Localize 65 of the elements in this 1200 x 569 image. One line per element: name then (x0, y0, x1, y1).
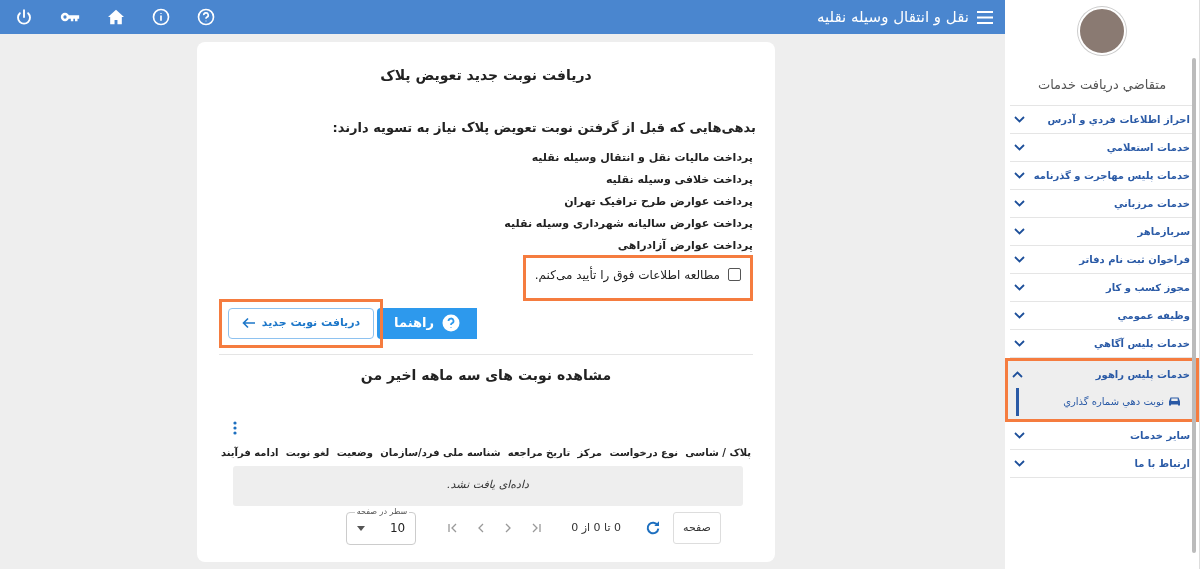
column-header: نوع درخواست (609, 445, 678, 460)
debt-item: پرداخت مالیات نقل و انتقال وسیله نقلیه (530, 149, 753, 165)
chevron-icon (1014, 199, 1025, 207)
avatar (1078, 7, 1126, 55)
sidebar-item[interactable]: مجوز كسب و كار (1010, 273, 1194, 301)
chevron-icon (1014, 431, 1025, 439)
sidebar-item[interactable]: خدمات مرزباني (1010, 189, 1194, 217)
card-title: دریافت نوبت جدید تعویض پلاک (379, 66, 593, 86)
power-icon[interactable] (15, 8, 33, 26)
sidebar-item[interactable]: ساير خدمات (1010, 421, 1194, 449)
column-header: مرکز (577, 445, 603, 460)
column-header: تاریخ مراجعه (507, 445, 571, 460)
help-icon[interactable] (197, 8, 215, 26)
sidebar-item[interactable]: خدمات پليس آگاهي (1010, 329, 1194, 357)
chevron-icon (1014, 171, 1025, 179)
section-title: مشاهده نوبت های سه ماهه اخیر من (359, 365, 613, 386)
page-title: نقل و انتقال وسيله نقليه (817, 6, 969, 28)
column-header: پلاک / شاسی (685, 445, 751, 460)
chevron-icon (1014, 143, 1025, 151)
previous-page-icon[interactable] (477, 523, 486, 533)
chevron-icon (1014, 459, 1025, 467)
chevron-icon (1014, 311, 1025, 319)
chevron-icon (1014, 283, 1025, 291)
column-header: ادامه فرآیند (221, 445, 279, 460)
range-text: 0 تا 0 از 0 (571, 519, 621, 536)
sidebar-item[interactable]: سربازماهر (1010, 217, 1194, 245)
chevron-icon (1014, 255, 1025, 263)
intro-text: بدهی‌هایی که قبل از گرفتن نوبت تعویض پلاک نیاز به تسویه دارند: (331, 119, 756, 137)
first-page-icon[interactable] (448, 523, 459, 533)
home-icon[interactable] (107, 9, 125, 25)
debt-item: پرداخت عوارض آزادراهی (616, 237, 753, 253)
sidebar-item[interactable]: خدمات استعلامي (1010, 133, 1194, 161)
info-icon[interactable] (152, 8, 170, 26)
empty-message: داده‌ای یافت نشد. (447, 477, 529, 494)
key-icon[interactable] (60, 10, 80, 24)
arrow-icon (241, 317, 256, 329)
sidebar-item[interactable]: احراز اطلاعات فردي و آدرس (1010, 105, 1194, 133)
menu-icon[interactable] (977, 10, 993, 24)
column-header: شناسه ملی فرد/سازمان (380, 445, 501, 460)
confirm-label: مطالعه اطلاعات فوق را تأیید می‌کنم. (534, 265, 720, 284)
car-icon (1168, 396, 1181, 407)
sidebar-item[interactable]: وظيفه عمومي (1010, 301, 1194, 329)
sidebar-item[interactable]: خدمات پليس راهور (1008, 360, 1196, 388)
user-role: متقاضي دريافت خدمات (1037, 76, 1167, 95)
confirm-checkbox[interactable] (728, 268, 741, 281)
sidebar-item[interactable]: ارتباط با ما (1010, 449, 1194, 477)
refresh-icon[interactable] (645, 520, 661, 536)
chevron-icon (1014, 339, 1025, 347)
column-header: لغو نوبت (285, 445, 330, 460)
next-page-icon[interactable] (504, 523, 513, 533)
caret-icon (357, 525, 366, 531)
sidebar-item[interactable]: فراخوان ثبت نام دفاتر (1010, 245, 1194, 273)
column-header: وضعیت (336, 445, 373, 460)
question-icon (441, 314, 460, 332)
new-appointment-button[interactable]: دریافت نوبت جدید (228, 307, 374, 339)
chevron-icon (1014, 115, 1025, 123)
last-page-icon[interactable] (531, 523, 542, 533)
sidebar-item[interactable]: خدمات پليس مهاجرت و گذرنامه (1010, 161, 1194, 189)
debt-item: پرداخت خلافی وسیله نقلیه (604, 171, 753, 187)
debt-item: پرداخت عوارض سالیانه شهرداری وسیله نقلیه (503, 215, 753, 231)
chevron-icon (1014, 227, 1025, 235)
more-icon[interactable] (233, 420, 237, 435)
page-button[interactable]: صفحه (673, 512, 721, 544)
debt-item: پرداخت عوارض طرح ترافیک تهران (563, 193, 753, 209)
chevron-icon (1012, 370, 1023, 378)
